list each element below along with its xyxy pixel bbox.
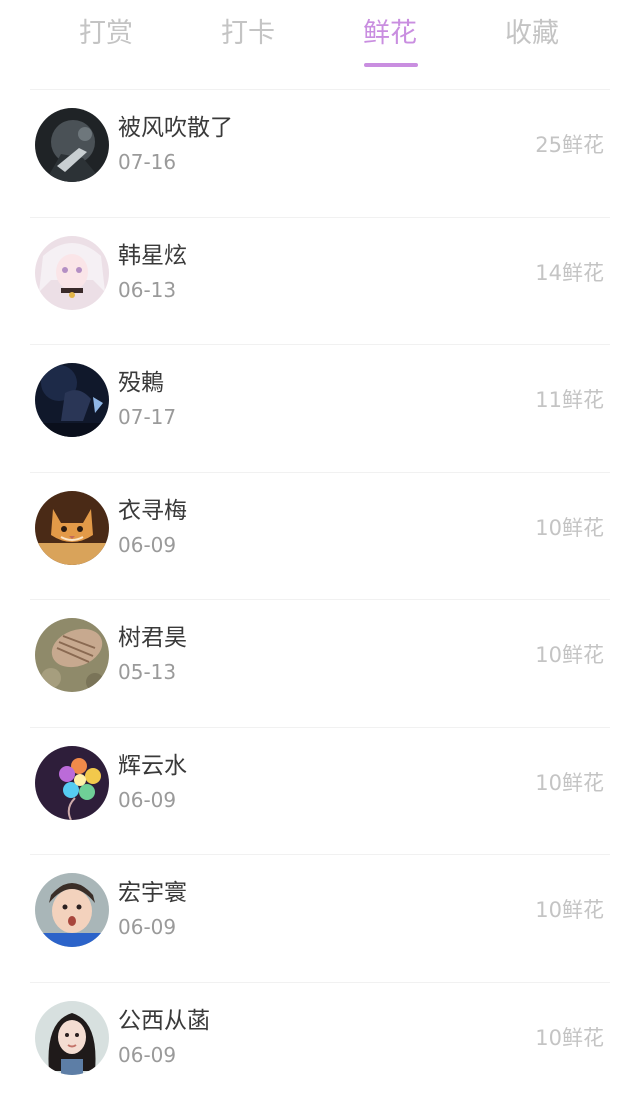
- list-item[interactable]: 衣寻梅 06-09 10鲜花: [0, 472, 640, 600]
- avatar[interactable]: [35, 873, 109, 947]
- tab-flowers[interactable]: 鲜花: [335, 14, 445, 54]
- list-item[interactable]: 树君昊 05-13 10鲜花: [0, 599, 640, 727]
- row-divider: [30, 727, 610, 728]
- tab-checkin[interactable]: 打卡: [193, 14, 303, 54]
- tab-reward[interactable]: 打赏: [51, 14, 161, 54]
- gift-date: 07-17: [118, 403, 176, 431]
- flower-count: 10鲜花: [535, 768, 604, 798]
- flower-count: 10鲜花: [535, 895, 604, 925]
- user-name: 公西从菡: [118, 1005, 210, 1037]
- flower-count: 25鲜花: [535, 130, 604, 160]
- avatar[interactable]: [35, 491, 109, 565]
- gift-date: 06-09: [118, 531, 176, 559]
- tab-favorites[interactable]: 收藏: [477, 14, 587, 54]
- user-name: 宏宇寰: [118, 877, 187, 909]
- avatar[interactable]: [35, 363, 109, 437]
- row-divider: [30, 89, 610, 90]
- list-item[interactable]: 宏宇寰 06-09 10鲜花: [0, 854, 640, 982]
- avatar[interactable]: [35, 108, 109, 182]
- user-name: 树君昊: [118, 622, 187, 654]
- active-tab-indicator: [364, 63, 418, 67]
- flower-count: 14鲜花: [535, 258, 604, 288]
- gift-date: 06-13: [118, 276, 176, 304]
- flower-count: 11鲜花: [535, 385, 604, 415]
- row-divider: [30, 854, 610, 855]
- gift-date: 07-16: [118, 148, 176, 176]
- user-name: 被风吹散了: [118, 112, 233, 144]
- list-item[interactable]: 韩星炫 06-13 14鲜花: [0, 217, 640, 345]
- user-name: 衣寻梅: [118, 495, 187, 527]
- user-name: 殁鶇: [118, 367, 164, 399]
- avatar[interactable]: [35, 1001, 109, 1075]
- row-divider: [30, 599, 610, 600]
- gift-date: 06-09: [118, 786, 176, 814]
- list-item[interactable]: 殁鶇 07-17 11鲜花: [0, 344, 640, 472]
- list-item[interactable]: 辉云水 06-09 10鲜花: [0, 727, 640, 855]
- gift-date: 06-09: [118, 913, 176, 941]
- tab-bar: 打赏 打卡 鲜花 收藏: [0, 0, 640, 88]
- avatar[interactable]: [35, 746, 109, 820]
- row-divider: [30, 472, 610, 473]
- row-divider: [30, 344, 610, 345]
- gift-date: 06-09: [118, 1041, 176, 1069]
- user-name: 辉云水: [118, 750, 187, 782]
- row-divider: [30, 982, 610, 983]
- avatar[interactable]: [35, 618, 109, 692]
- flower-count: 10鲜花: [535, 513, 604, 543]
- flower-ranking-list: 被风吹散了 07-16 25鲜花 韩星炫 06-13 14鲜花: [0, 89, 640, 1109]
- user-name: 韩星炫: [118, 240, 187, 272]
- flower-count: 10鲜花: [535, 1023, 604, 1053]
- flower-count: 10鲜花: [535, 640, 604, 670]
- row-divider: [30, 217, 610, 218]
- avatar[interactable]: [35, 236, 109, 310]
- gift-date: 05-13: [118, 658, 176, 686]
- list-item[interactable]: 被风吹散了 07-16 25鲜花: [0, 89, 640, 217]
- list-item[interactable]: 公西从菡 06-09 10鲜花: [0, 982, 640, 1109]
